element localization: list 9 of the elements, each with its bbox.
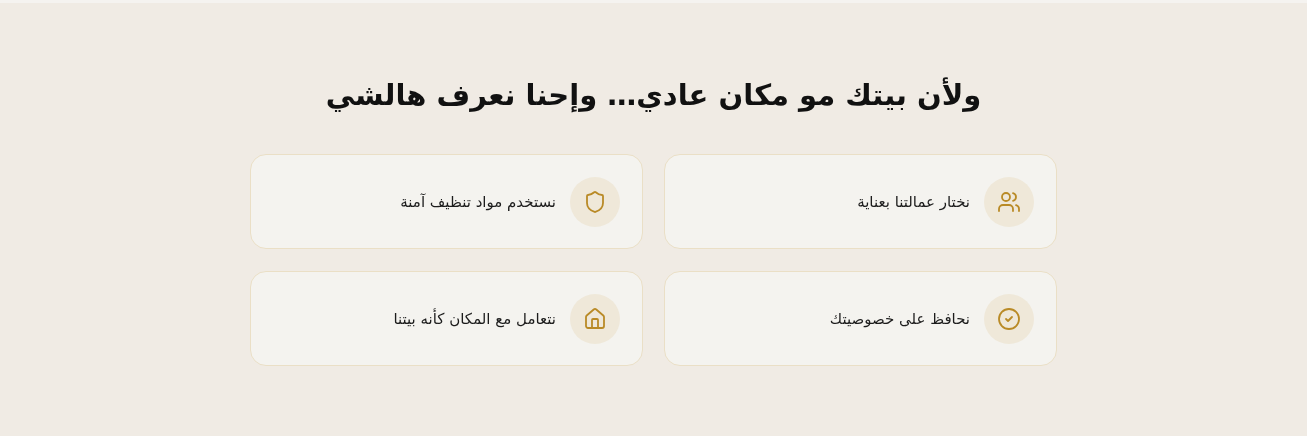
shield-icon: [570, 176, 620, 227]
feature-label: نختار عمالتنا بعناية: [857, 192, 970, 211]
feature-label: نحافظ على خصوصيتك: [829, 309, 970, 328]
feature-label: نتعامل مع المكان كأنه بيتنا: [393, 309, 556, 328]
section-title: ولأن بيتك مو مكان عادي… وإحنا نعرف هالشي: [325, 76, 982, 115]
house-icon: [570, 293, 620, 344]
users-icon: [984, 176, 1034, 227]
check-circle-icon: [984, 293, 1034, 344]
feature-label: نستخدم مواد تنظيف آمنة: [400, 192, 556, 211]
